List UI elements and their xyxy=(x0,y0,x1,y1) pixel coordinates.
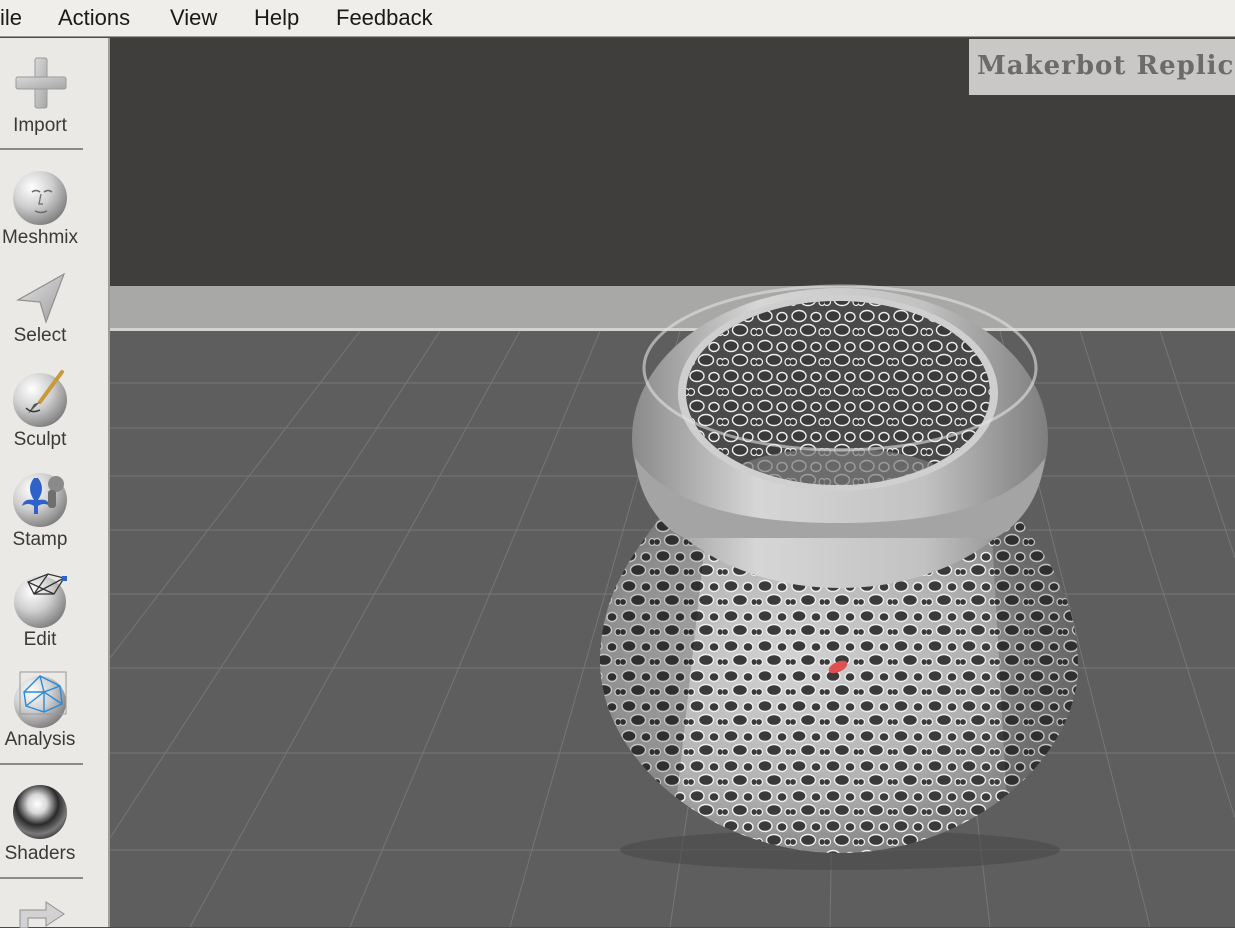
3d-viewport[interactable] xyxy=(110,38,1235,927)
bed-edge xyxy=(110,286,1235,328)
wireframe-sphere-icon xyxy=(14,573,67,628)
arrow-cursor-icon xyxy=(16,272,66,324)
shaders-button[interactable]: Shaders xyxy=(0,782,80,865)
select-button[interactable]: Select xyxy=(0,270,80,347)
plus-icon xyxy=(15,57,67,109)
tool-palette: Import Meshmix Select Sculpt Stamp Edit … xyxy=(0,38,110,928)
sculpt-button[interactable]: Sculpt xyxy=(0,368,80,451)
mesh-analysis-sphere-icon xyxy=(14,671,67,728)
divider xyxy=(0,148,83,150)
face-sphere-icon xyxy=(13,171,67,225)
bed-edge-highlight xyxy=(110,328,1235,331)
tool-label: Shaders xyxy=(4,843,76,864)
tool-label: Meshmix xyxy=(1,227,78,248)
export-button[interactable] xyxy=(0,898,80,928)
divider xyxy=(0,877,83,879)
tool-label: Edit xyxy=(23,629,57,650)
tool-label: Stamp xyxy=(12,529,68,550)
menu-bar: ile Actions View Help Feedback xyxy=(0,0,1235,37)
edit-button[interactable]: Edit xyxy=(0,568,80,651)
stamp-button[interactable]: Stamp xyxy=(0,468,80,551)
tool-label: Sculpt xyxy=(13,429,67,450)
menu-help[interactable]: Help xyxy=(254,5,299,31)
meshmix-button[interactable]: Meshmix xyxy=(0,166,80,249)
tool-label: Import xyxy=(13,115,67,136)
export-arrow-icon xyxy=(19,901,65,928)
printer-name-label: Makerbot Replica xyxy=(969,39,1235,95)
import-button[interactable]: Import xyxy=(0,54,80,137)
tool-label: Select xyxy=(13,325,67,346)
menu-file[interactable]: ile xyxy=(0,5,22,31)
analysis-button[interactable]: Analysis xyxy=(0,668,80,751)
scene-canvas[interactable] xyxy=(110,38,1235,927)
menu-actions[interactable]: Actions xyxy=(58,5,130,31)
menu-feedback[interactable]: Feedback xyxy=(336,5,433,31)
vase-model[interactable] xyxy=(590,284,1090,870)
brush-sphere-icon xyxy=(13,370,67,427)
fleur-de-lis-sphere-icon xyxy=(13,473,67,527)
divider xyxy=(0,763,83,765)
tool-label: Analysis xyxy=(4,729,76,750)
menu-view[interactable]: View xyxy=(170,5,217,31)
chrome-sphere-icon xyxy=(13,785,67,839)
